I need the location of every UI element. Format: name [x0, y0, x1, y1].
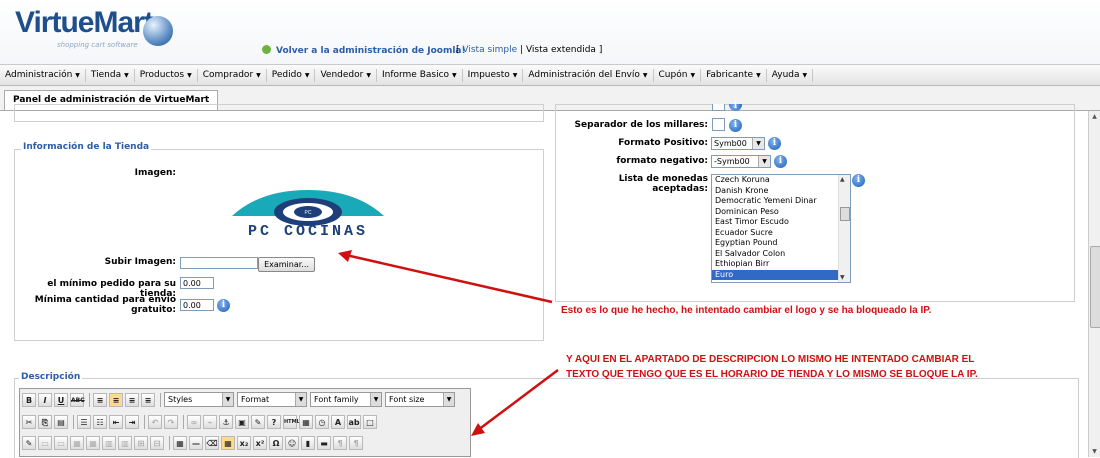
annotation-note-logo: Esto es lo que he hecho, he intentado ca… — [561, 305, 932, 316]
annotation-note-description: Y AQUI EN EL APARTADO DE DESCRIPCION LO … — [566, 354, 978, 380]
annotation-arrows — [338, 250, 559, 436]
arrow-to-editor-icon — [477, 369, 559, 431]
arrow-to-upload-icon — [345, 253, 553, 304]
